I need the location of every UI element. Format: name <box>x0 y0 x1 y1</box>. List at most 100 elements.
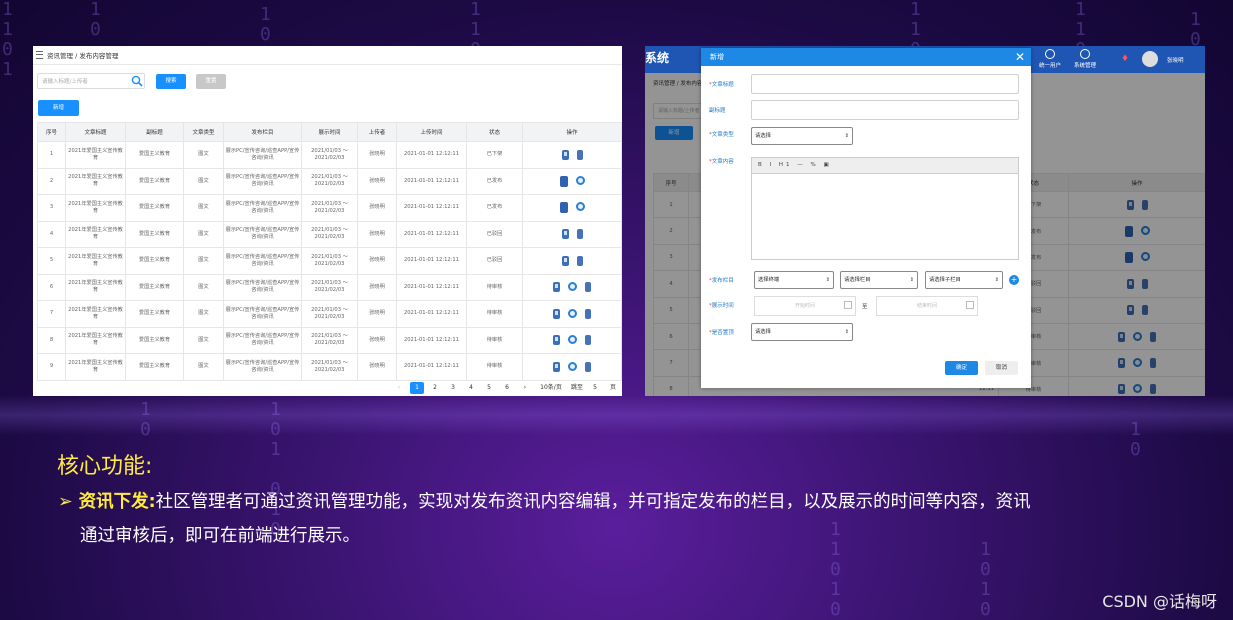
add-button[interactable]: 新增 <box>38 100 79 116</box>
add-column-icon[interactable]: + <box>1009 275 1019 285</box>
cell-type: 图文 <box>183 247 224 275</box>
audit-icon[interactable] <box>568 361 577 371</box>
edit-icon[interactable] <box>553 361 560 372</box>
editor-toolbar[interactable]: B I H1 — % ▣ <box>751 157 1019 174</box>
search-button[interactable]: 搜索 <box>156 74 186 89</box>
col-header: 发布栏目 <box>223 122 302 142</box>
content-editor[interactable] <box>751 174 1019 260</box>
top-select[interactable]: 请选择 <box>751 323 853 341</box>
detail-icon[interactable] <box>576 229 583 240</box>
goto-label: 跳至 <box>570 384 583 391</box>
page-button[interactable]: 1 <box>410 382 424 394</box>
cell-subtitle: 爱国主义教育 <box>125 353 184 381</box>
cell-uploader: 张晓明 <box>357 247 397 275</box>
cell-no: 9 <box>37 353 66 381</box>
edit-icon[interactable] <box>553 282 560 293</box>
table-row: 1 2021年爱国主义宣传教育 爱国主义教育 图文 展示PC/宣传咨询/巡查APP/宣传… <box>37 141 622 169</box>
edit-icon[interactable] <box>561 255 569 266</box>
settings-icon[interactable] <box>575 202 585 212</box>
label-top: *是否置顶 <box>709 330 734 336</box>
cell-time: 2021/01/03 ～ 2021/02/03 <box>301 247 358 275</box>
detail-icon[interactable] <box>585 308 591 319</box>
cell-subtitle: 爱国主义教育 <box>125 194 184 222</box>
detail-icon[interactable] <box>585 282 591 293</box>
page-button[interactable]: 3 <box>446 382 460 394</box>
nav-system-manage[interactable]: 系统管理 <box>1065 49 1105 69</box>
nav-unified-user[interactable]: 统一用户 <box>1030 49 1070 69</box>
cell-type: 图文 <box>183 326 224 354</box>
offline-icon[interactable] <box>559 202 568 214</box>
end-date-input[interactable]: 结束时间 <box>876 296 978 316</box>
column-select[interactable]: 请选择栏目 <box>840 271 918 289</box>
menu-icon[interactable] <box>36 51 43 59</box>
table-header: 序号 文章标题 副标题 文章类型 发布栏目 展示时间 上传者 上传时间 状态 操作 <box>37 122 622 142</box>
content-table: 序号 文章标题 副标题 文章类型 发布栏目 展示时间 上传者 上传时间 状态 操作 1 2021年爱… <box>37 122 622 381</box>
edit-icon[interactable] <box>561 149 569 160</box>
row-actions <box>524 308 620 319</box>
sub-column-select[interactable]: 请选择子栏目 <box>925 271 1003 289</box>
detail-icon[interactable] <box>585 361 591 372</box>
subtitle-input[interactable] <box>751 100 1019 120</box>
reset-button[interactable]: 重置 <box>196 74 226 89</box>
col-header: 序号 <box>37 122 66 142</box>
detail-icon[interactable] <box>585 335 591 346</box>
cell-column: 展示PC/宣传咨询/巡查APP/宣传咨询/资讯 <box>223 167 302 195</box>
goto-input[interactable]: 5 <box>588 382 602 394</box>
system-title: 系统 <box>645 51 670 65</box>
cell-actions <box>522 220 622 248</box>
cell-actions <box>522 194 622 222</box>
search-input[interactable]: 请输入标题/上传者 <box>37 73 145 89</box>
cell-uploader: 张晓明 <box>357 273 397 301</box>
edit-icon[interactable] <box>553 308 560 319</box>
table-row: 8 2021年爱国主义宣传教育 爱国主义教育 图文 展示PC/宣传咨询/巡查APP/宣传… <box>37 326 622 354</box>
detail-icon[interactable] <box>576 255 583 266</box>
page-button[interactable]: 5 <box>482 382 496 394</box>
col-header: 状态 <box>466 122 523 142</box>
page-button[interactable]: 4 <box>464 382 478 394</box>
row-actions <box>524 175 620 187</box>
audit-icon[interactable] <box>568 308 577 318</box>
cell-column: 展示PC/宣传咨询/巡查APP/宣传咨询/资讯 <box>223 353 302 381</box>
cell-time: 2021/01/03 ～ 2021/02/03 <box>301 141 358 169</box>
audit-icon[interactable] <box>568 282 577 292</box>
confirm-button[interactable]: 确定 <box>945 361 978 375</box>
page-size-select[interactable]: 10条/页 <box>536 382 566 394</box>
description-line-1: 社区管理者可通过资讯管理功能，实现对发布资讯内容编辑，并可指定发布的栏目，以及展… <box>155 492 1031 512</box>
page-button[interactable]: 6 <box>500 382 514 394</box>
cell-title: 2021年爱国主义宣传教育 <box>65 273 126 301</box>
close-icon[interactable]: ✕ <box>1015 50 1025 64</box>
cell-type: 图文 <box>183 220 224 248</box>
edit-icon[interactable] <box>561 229 569 240</box>
cell-status: 待审核 <box>466 273 523 301</box>
prev-page-button[interactable]: ‹ <box>392 382 406 394</box>
audit-icon[interactable] <box>568 335 577 345</box>
detail-icon[interactable] <box>576 149 583 160</box>
settings-icon[interactable] <box>575 175 585 185</box>
cell-status: 已驳回 <box>466 220 523 248</box>
cell-subtitle: 爱国主义教育 <box>125 273 184 301</box>
article-title-input[interactable] <box>751 74 1019 94</box>
cell-upload_time: 2021-01-01 12:12:11 <box>396 220 467 248</box>
page-button[interactable]: 2 <box>428 382 442 394</box>
bell-icon[interactable]: ♦ <box>1121 54 1129 64</box>
col-header: 上传者 <box>357 122 397 142</box>
cell-actions <box>522 326 622 354</box>
next-page-button[interactable]: › <box>518 382 532 394</box>
search-icon[interactable] <box>131 75 143 87</box>
terminal-select[interactable]: 选择终端 <box>754 271 834 289</box>
start-date-input[interactable]: 开始时间 <box>754 296 856 316</box>
cell-status: 待审核 <box>466 353 523 381</box>
article-type-select[interactable]: 请选择 <box>751 127 853 145</box>
cancel-button[interactable]: 取消 <box>985 361 1018 375</box>
offline-icon[interactable] <box>559 175 568 187</box>
watermark: CSDN @话梅呀 <box>1102 592 1217 611</box>
cell-no: 8 <box>37 326 66 354</box>
avatar[interactable] <box>1142 51 1158 67</box>
cell-uploader: 张晓明 <box>357 353 397 381</box>
cell-subtitle: 爱国主义教育 <box>125 300 184 328</box>
cell-upload_time: 2021-01-01 12:12:11 <box>396 167 467 195</box>
cell-column: 展示PC/宣传咨询/巡查APP/宣传咨询/资讯 <box>223 300 302 328</box>
arrow-bullet-icon: ➢ <box>58 492 73 512</box>
cell-type: 图文 <box>183 273 224 301</box>
edit-icon[interactable] <box>553 335 560 346</box>
